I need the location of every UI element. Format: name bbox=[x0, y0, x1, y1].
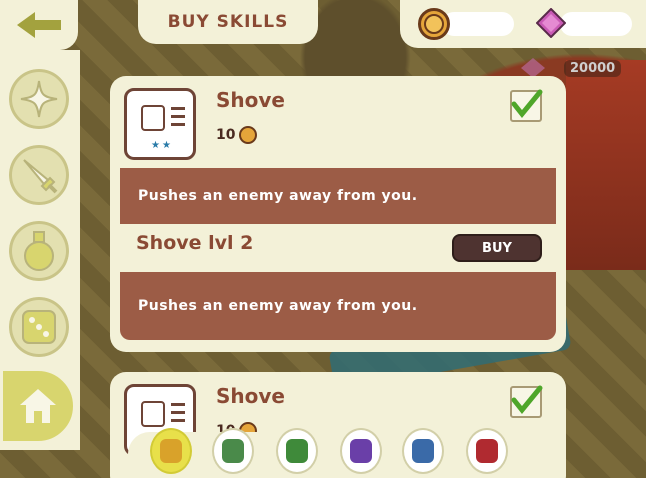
buy-button[interactable]: BUY bbox=[452, 234, 542, 262]
fist-icon bbox=[141, 401, 165, 427]
gold-coin-icon bbox=[239, 126, 258, 144]
sidebar-item-dice[interactable] bbox=[6, 294, 72, 360]
skill-level-name: Shove lvl 2 bbox=[136, 232, 254, 254]
gem-balance-field bbox=[560, 12, 632, 36]
skill-level-description: Pushes an enemy away from you. bbox=[120, 272, 556, 340]
hero-avatar-icon bbox=[350, 439, 372, 463]
sidebar bbox=[0, 50, 80, 450]
skill-rank-stars-icon: ★★ bbox=[151, 140, 173, 151]
hero-avatar-icon bbox=[286, 439, 308, 463]
hero-avatar-icon bbox=[412, 439, 434, 463]
gem-readout-value: 20000 bbox=[564, 59, 622, 77]
motion-lines-icon bbox=[171, 107, 185, 131]
hero-archer[interactable] bbox=[276, 428, 318, 474]
background-house bbox=[566, 60, 646, 270]
skill-description: Pushes an enemy away from you. bbox=[120, 168, 556, 224]
page-title-plate: BUY SKILLS bbox=[138, 0, 318, 44]
gold-coin-icon bbox=[418, 8, 450, 40]
hero-avatar-icon bbox=[160, 439, 182, 463]
skill-name: Shove bbox=[216, 88, 285, 112]
coin-balance-field bbox=[442, 12, 514, 36]
home-icon bbox=[20, 389, 56, 423]
motion-lines-icon bbox=[171, 403, 185, 427]
dice-icon bbox=[22, 310, 56, 344]
hero-blue-knight[interactable] bbox=[402, 428, 444, 474]
potion-flask-icon bbox=[24, 231, 54, 271]
sparkle-star-icon bbox=[20, 80, 58, 118]
skill-cost: 10 bbox=[216, 126, 258, 144]
sword-icon bbox=[23, 159, 58, 194]
pink-gem-icon bbox=[536, 8, 566, 38]
sidebar-item-home[interactable] bbox=[0, 368, 76, 444]
back-button[interactable] bbox=[0, 0, 78, 50]
skill-card: ★★ Shove 10 Pushes an enemy away from yo… bbox=[110, 76, 566, 352]
fist-icon bbox=[141, 105, 165, 131]
hero-vampire[interactable] bbox=[466, 428, 508, 474]
skill-icon-shove: ★★ bbox=[124, 88, 196, 160]
hero-purple-wizard[interactable] bbox=[340, 428, 382, 474]
skill-checkbox[interactable] bbox=[510, 385, 543, 418]
sidebar-item-weapons[interactable] bbox=[6, 142, 72, 208]
checkmark-icon bbox=[511, 89, 543, 118]
hero-green-knight[interactable] bbox=[212, 428, 254, 474]
skill-cost-value: 10 bbox=[216, 127, 236, 143]
sidebar-item-special[interactable] bbox=[6, 66, 72, 132]
back-arrow-icon bbox=[17, 12, 61, 38]
skill-description-text: Pushes an enemy away from you. bbox=[138, 188, 418, 204]
skill-checkbox[interactable] bbox=[510, 89, 543, 122]
skill-name: Shove bbox=[216, 384, 285, 408]
skill-level-description-text: Pushes an enemy away from you. bbox=[138, 298, 418, 314]
checkmark-icon bbox=[511, 385, 543, 414]
hero-avatar-icon bbox=[222, 439, 244, 463]
currency-bar bbox=[400, 0, 646, 48]
hero-avatar-icon bbox=[476, 439, 498, 463]
hero-trident-warrior[interactable] bbox=[150, 428, 192, 474]
page-title: BUY SKILLS bbox=[167, 12, 289, 32]
sidebar-item-potions[interactable] bbox=[6, 218, 72, 284]
